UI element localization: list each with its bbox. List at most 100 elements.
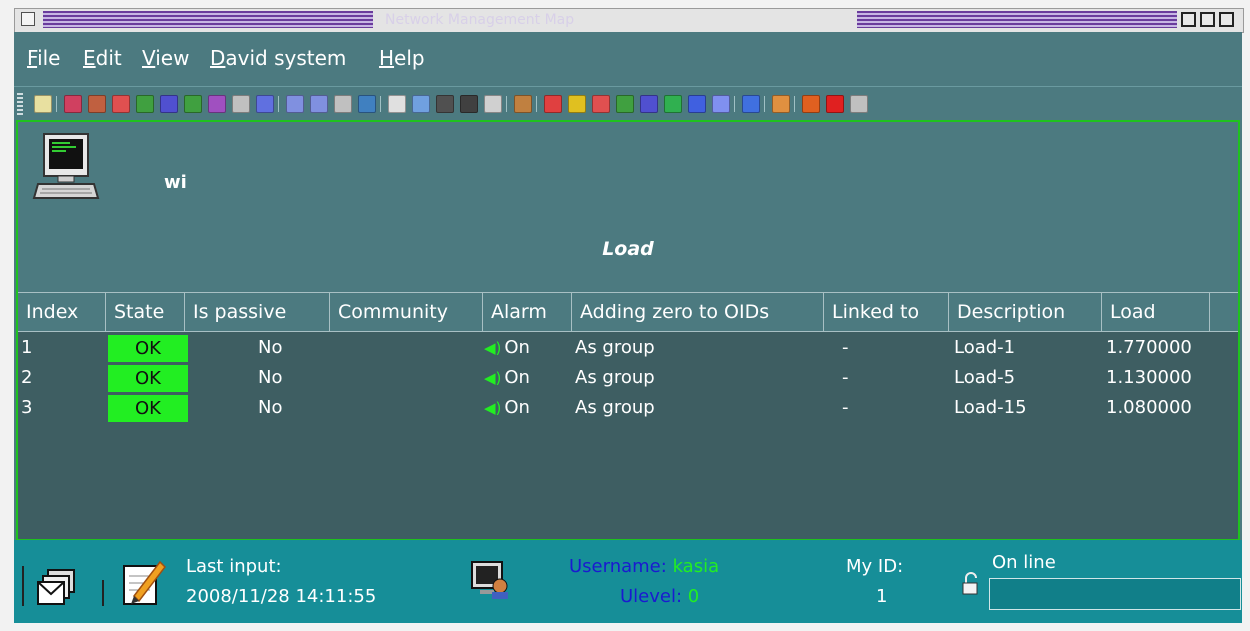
title-bar[interactable]: Network Management Map	[14, 8, 1244, 33]
speaker-icon: ◀)	[484, 339, 502, 357]
cell-linked: -	[842, 367, 849, 388]
cell-alarm[interactable]: ◀) On	[484, 333, 530, 363]
maximize-button[interactable]	[1219, 12, 1234, 27]
notepad-icon[interactable]	[120, 558, 166, 608]
title-stripes-right	[857, 11, 1177, 28]
col-is-passive[interactable]: Is passive	[185, 293, 330, 331]
cell-linked: -	[842, 337, 849, 358]
home-icon[interactable]	[388, 95, 406, 113]
cell-index: 3	[21, 397, 33, 418]
toolbar-separator	[536, 96, 537, 112]
myid-value: 1	[876, 586, 888, 607]
title-stripes-left	[43, 11, 373, 28]
window-menu-button[interactable]	[21, 12, 35, 26]
menu-bar: File Edit View David system Help	[14, 32, 1242, 86]
section-title: Load	[602, 238, 654, 260]
search-icon[interactable]	[688, 95, 706, 113]
layers-icon[interactable]	[664, 95, 682, 113]
table-row[interactable]: 2 OK No ◀) On As group - Load-5 1.130000	[18, 363, 1238, 393]
cell-adding-zero: As group	[575, 367, 655, 388]
toolbar	[14, 86, 1242, 119]
network-card-icon[interactable]	[184, 95, 202, 113]
online-label: On line	[992, 552, 1056, 573]
tools-icon[interactable]	[802, 95, 820, 113]
group2-icon[interactable]	[592, 95, 610, 113]
toolbar-separator	[506, 96, 507, 112]
flower-icon[interactable]	[568, 95, 586, 113]
main-window: File Edit View David system Help wi Load…	[14, 32, 1242, 623]
minimize-button[interactable]	[1181, 12, 1196, 27]
username-row: Username: kasia	[569, 556, 719, 577]
up-arrow-icon[interactable]	[412, 95, 430, 113]
edit-map-icon[interactable]	[88, 95, 106, 113]
col-alarm[interactable]: Alarm	[483, 293, 572, 331]
toolbar-separator	[278, 96, 279, 112]
username-value: kasia	[672, 556, 720, 577]
ulevel-row: Ulevel: 0	[620, 586, 699, 607]
block-dark-icon[interactable]	[460, 95, 478, 113]
toolbar-separator	[56, 96, 57, 112]
menu-help[interactable]: Help	[379, 46, 425, 70]
col-description[interactable]: Description	[949, 293, 1102, 331]
warning-icon[interactable]	[826, 95, 844, 113]
user-icon[interactable]	[514, 95, 532, 113]
cell-passive: No	[258, 367, 283, 388]
status-bar: Last input: 2008/11/28 14:11:55 Username…	[14, 540, 1242, 623]
group-icon[interactable]	[112, 95, 130, 113]
frame2-icon[interactable]	[640, 95, 658, 113]
speaker-icon: ◀)	[484, 369, 502, 387]
cell-passive: No	[258, 337, 283, 358]
col-state[interactable]: State	[106, 293, 185, 331]
cell-passive: No	[258, 397, 283, 418]
col-adding-zero[interactable]: Adding zero to OIDs	[572, 293, 824, 331]
menu-edit[interactable]: Edit	[83, 46, 122, 70]
as-icon[interactable]	[208, 95, 226, 113]
cell-load: 1.080000	[1106, 397, 1192, 418]
lock-icon[interactable]	[34, 95, 52, 113]
online-status-field	[989, 578, 1241, 610]
zoom-map-icon[interactable]	[286, 95, 304, 113]
document-icon[interactable]	[850, 95, 868, 113]
menu-view[interactable]: View	[142, 46, 189, 70]
zoom-select-icon[interactable]	[310, 95, 328, 113]
menu-file[interactable]: File	[27, 46, 60, 70]
eraser-icon[interactable]	[256, 95, 274, 113]
shade-button[interactable]	[1200, 12, 1215, 27]
tree-icon[interactable]	[358, 95, 376, 113]
gear-icon[interactable]	[772, 95, 790, 113]
last-input-label: Last input:	[186, 556, 282, 577]
data-table: Index State Is passive Community Alarm A…	[18, 292, 1238, 539]
status-divider	[22, 566, 24, 606]
toolbar-separator	[734, 96, 735, 112]
grid-icon[interactable]	[484, 95, 502, 113]
unlock-icon[interactable]	[962, 572, 980, 596]
table-header: Index State Is passive Community Alarm A…	[18, 293, 1238, 332]
terminal-user-icon[interactable]	[470, 560, 510, 600]
frame-icon[interactable]	[160, 95, 178, 113]
toolbar-separator	[764, 96, 765, 112]
link-icon[interactable]	[232, 95, 250, 113]
triangle2-icon[interactable]	[616, 95, 634, 113]
table-row[interactable]: 3 OK No ◀) On As group - Load-15 1.080000	[18, 393, 1238, 423]
cell-description: Load-5	[954, 367, 1016, 388]
disc-icon[interactable]	[742, 95, 760, 113]
map-add-icon[interactable]	[64, 95, 82, 113]
col-community[interactable]: Community	[330, 293, 483, 331]
triangle-icon[interactable]	[136, 95, 154, 113]
menu-david-system[interactable]: David system	[210, 46, 346, 70]
block-icon[interactable]	[436, 95, 454, 113]
table-row[interactable]: 1 OK No ◀) On As group - Load-1 1.770000	[18, 333, 1238, 363]
col-index[interactable]: Index	[18, 293, 106, 331]
messages-icon[interactable]	[36, 568, 78, 608]
col-linked-to[interactable]: Linked to	[824, 293, 949, 331]
pie-icon[interactable]	[544, 95, 562, 113]
cut-icon[interactable]	[334, 95, 352, 113]
cell-load: 1.130000	[1106, 367, 1192, 388]
cell-alarm[interactable]: ◀) On	[484, 393, 530, 423]
cell-adding-zero: As group	[575, 397, 655, 418]
toolbar-separator	[794, 96, 795, 112]
col-load[interactable]: Load	[1102, 293, 1210, 331]
toolbar-grip[interactable]	[17, 93, 23, 115]
cell-alarm[interactable]: ◀) On	[484, 363, 530, 393]
find-icon[interactable]	[712, 95, 730, 113]
